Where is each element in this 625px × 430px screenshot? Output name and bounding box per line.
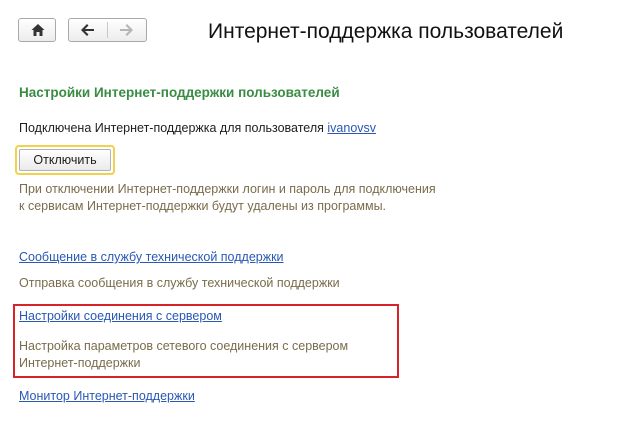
- disconnect-hint-line2: к сервисам Интернет-поддержки будут удал…: [19, 199, 387, 213]
- disconnect-hint-line1: При отключении Интернет-поддержки логин …: [19, 182, 436, 196]
- server-connection-description-line2: Интернет-поддержки: [19, 356, 141, 370]
- support-message-link[interactable]: Сообщение в службу технической поддержки: [19, 250, 284, 264]
- server-connection-link[interactable]: Настройки соединения с сервером: [19, 309, 222, 323]
- support-message-description: Отправка сообщения в службу технической …: [19, 276, 340, 290]
- arrow-right-icon[interactable]: [118, 22, 134, 38]
- monitor-link[interactable]: Монитор Интернет-поддержки: [19, 389, 195, 403]
- connection-status: Подключена Интернет-поддержка для пользо…: [19, 121, 376, 135]
- history-divider: [107, 22, 108, 38]
- username-link[interactable]: ivanovsv: [327, 121, 376, 135]
- support-page: Интернет-поддержка пользователей Настрой…: [0, 0, 625, 430]
- settings-heading: Настройки Интернет-поддержки пользовател…: [19, 85, 340, 100]
- server-connection-description: Настройка параметров сетевого соединения…: [19, 338, 348, 372]
- disconnect-button-label[interactable]: Отключить: [19, 149, 111, 171]
- home-icon: [30, 22, 46, 38]
- history-navigation: [68, 18, 147, 42]
- home-button[interactable]: [18, 18, 56, 42]
- page-title: Интернет-поддержка пользователей: [208, 20, 564, 43]
- disconnect-hint: При отключении Интернет-поддержки логин …: [19, 181, 436, 215]
- arrow-left-icon[interactable]: [80, 22, 96, 38]
- disconnect-button[interactable]: Отключить: [15, 145, 115, 175]
- connection-status-text: Подключена Интернет-поддержка для пользо…: [19, 121, 324, 135]
- server-connection-description-line1: Настройка параметров сетевого соединения…: [19, 339, 349, 353]
